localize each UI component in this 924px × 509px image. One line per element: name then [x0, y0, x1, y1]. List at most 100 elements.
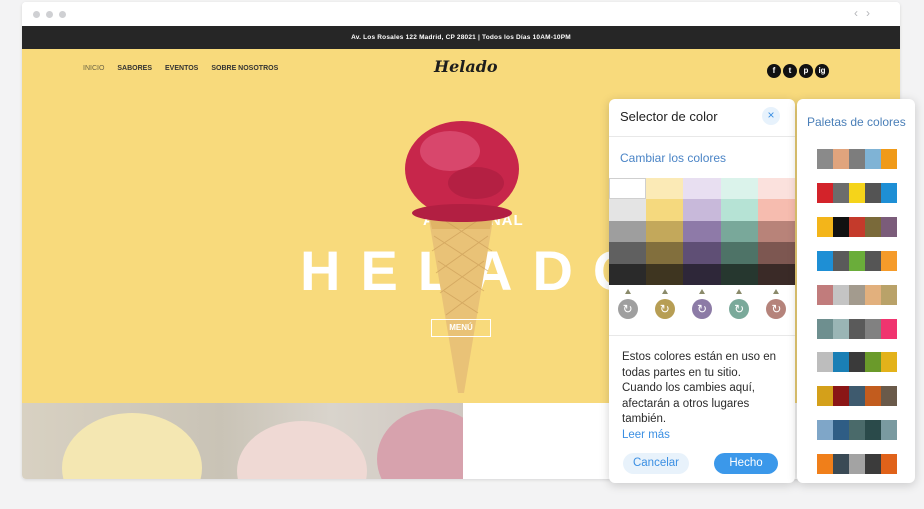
pinterest-icon[interactable]: p — [799, 64, 813, 78]
color-swatch[interactable] — [609, 263, 647, 285]
palette-swatch — [865, 420, 881, 441]
berry-scoop-image — [377, 409, 463, 479]
palette-swatch — [817, 284, 833, 305]
refresh-icon[interactable]: ↻ — [766, 299, 787, 319]
color-swatch[interactable] — [757, 220, 795, 243]
twitter-icon[interactable]: t — [783, 64, 797, 78]
color-swatch[interactable] — [683, 242, 721, 264]
color-swatch[interactable] — [646, 242, 684, 264]
color-swatch[interactable] — [720, 178, 758, 200]
palette-swatch — [817, 216, 833, 237]
palette-swatch — [881, 250, 897, 271]
change-colors-link[interactable]: Cambiar los colores — [620, 151, 726, 165]
ice-cream-cone-image — [405, 121, 519, 393]
palette-swatch — [849, 420, 865, 441]
color-swatch[interactable] — [757, 263, 795, 285]
color-swatch[interactable] — [646, 263, 684, 285]
refresh-icon[interactable]: ↻ — [654, 299, 675, 319]
color-swatch[interactable] — [757, 242, 795, 264]
palette-swatch — [865, 386, 881, 407]
palette-swatch — [833, 420, 849, 441]
read-more-link[interactable]: Leer más — [622, 428, 782, 444]
palette-row[interactable] — [817, 386, 897, 407]
color-swatch[interactable] — [609, 220, 647, 243]
palette-swatch — [817, 250, 833, 271]
refresh-icon[interactable]: ↻ — [617, 299, 638, 319]
palette-swatch — [849, 454, 865, 475]
site-logo[interactable]: Helado — [434, 57, 498, 76]
color-swatch[interactable] — [683, 178, 721, 200]
cancel-button[interactable]: Cancelar — [623, 453, 689, 474]
palette-swatch — [881, 454, 897, 475]
palette-row[interactable] — [817, 352, 897, 373]
color-swatch[interactable] — [609, 199, 647, 221]
nav-item-inicio[interactable]: INICIO — [83, 65, 104, 72]
ice-cream-photo — [22, 403, 463, 479]
palette-row[interactable] — [817, 149, 897, 169]
refresh-icon[interactable]: ↻ — [729, 299, 750, 319]
palette-swatch — [833, 182, 849, 203]
facebook-icon[interactable]: f — [767, 64, 781, 78]
palettes-title: Paletas de colores — [807, 115, 906, 129]
color-swatch[interactable] — [683, 263, 721, 285]
palette-swatch — [849, 182, 865, 203]
palette-swatch — [817, 386, 833, 407]
color-swatch[interactable] — [646, 178, 684, 200]
palette-swatch — [817, 149, 833, 169]
palette-row[interactable] — [817, 216, 897, 237]
color-swatch[interactable] — [646, 220, 684, 243]
color-swatch[interactable] — [646, 199, 684, 221]
color-swatch[interactable] — [683, 199, 721, 221]
refresh-icon[interactable]: ↻ — [692, 299, 712, 319]
nav-item-eventos[interactable]: EVENTOS — [165, 65, 198, 72]
palette-swatch — [817, 182, 833, 203]
palette-swatch — [865, 352, 881, 373]
palette-row[interactable] — [817, 182, 897, 203]
site-nav: INICIO SABORES EVENTOS SOBRE NOSOTROS — [83, 65, 278, 72]
social-icons: f t p ig — [767, 64, 829, 78]
triangle-indicator-icon — [661, 289, 668, 294]
palette-swatch — [865, 149, 881, 169]
color-swatch[interactable] — [720, 199, 758, 221]
palette-swatch — [849, 149, 865, 169]
color-swatch[interactable] — [757, 199, 795, 221]
palette-swatch — [865, 318, 881, 339]
menu-button[interactable]: MENÚ — [431, 319, 491, 337]
palette-swatch — [865, 284, 881, 305]
color-swatch[interactable] — [720, 263, 758, 285]
nav-item-sabores[interactable]: SABORES — [117, 65, 152, 72]
palette-swatch — [833, 216, 849, 237]
palette-swatch — [817, 318, 833, 339]
palette-swatch — [881, 182, 897, 203]
browser-nav-arrows-icon[interactable]: ‹› — [854, 6, 878, 20]
palette-swatch — [881, 318, 897, 339]
palette-swatch — [833, 250, 849, 271]
divider — [609, 335, 795, 336]
palette-swatch — [881, 420, 897, 441]
color-swatch[interactable] — [720, 242, 758, 264]
palette-swatch — [833, 318, 849, 339]
color-swatch[interactable] — [757, 178, 795, 200]
color-swatch[interactable] — [720, 220, 758, 243]
nav-item-sobre-nosotros[interactable]: SOBRE NOSOTROS — [211, 65, 278, 72]
palette-swatch — [833, 352, 849, 373]
palette-row[interactable] — [817, 284, 897, 305]
color-swatch[interactable] — [609, 242, 647, 264]
palette-row[interactable] — [817, 454, 897, 475]
palette-swatch — [849, 216, 865, 237]
instagram-icon[interactable]: ig — [815, 64, 829, 78]
palette-swatch — [865, 182, 881, 203]
window-dot-icon — [59, 11, 66, 18]
info-text: Estos colores están en uso en todas part… — [622, 350, 782, 443]
panel-title: Selector de color — [620, 109, 718, 124]
palette-swatch — [881, 149, 897, 169]
palette-row[interactable] — [817, 318, 897, 339]
color-swatch[interactable] — [683, 220, 721, 243]
done-button[interactable]: Hecho — [714, 453, 778, 474]
palette-swatch — [849, 284, 865, 305]
color-swatch[interactable] — [609, 178, 647, 200]
palette-row[interactable] — [817, 250, 897, 271]
palette-row[interactable] — [817, 420, 897, 441]
close-icon[interactable]: × — [762, 107, 780, 125]
palette-swatch — [833, 454, 849, 475]
